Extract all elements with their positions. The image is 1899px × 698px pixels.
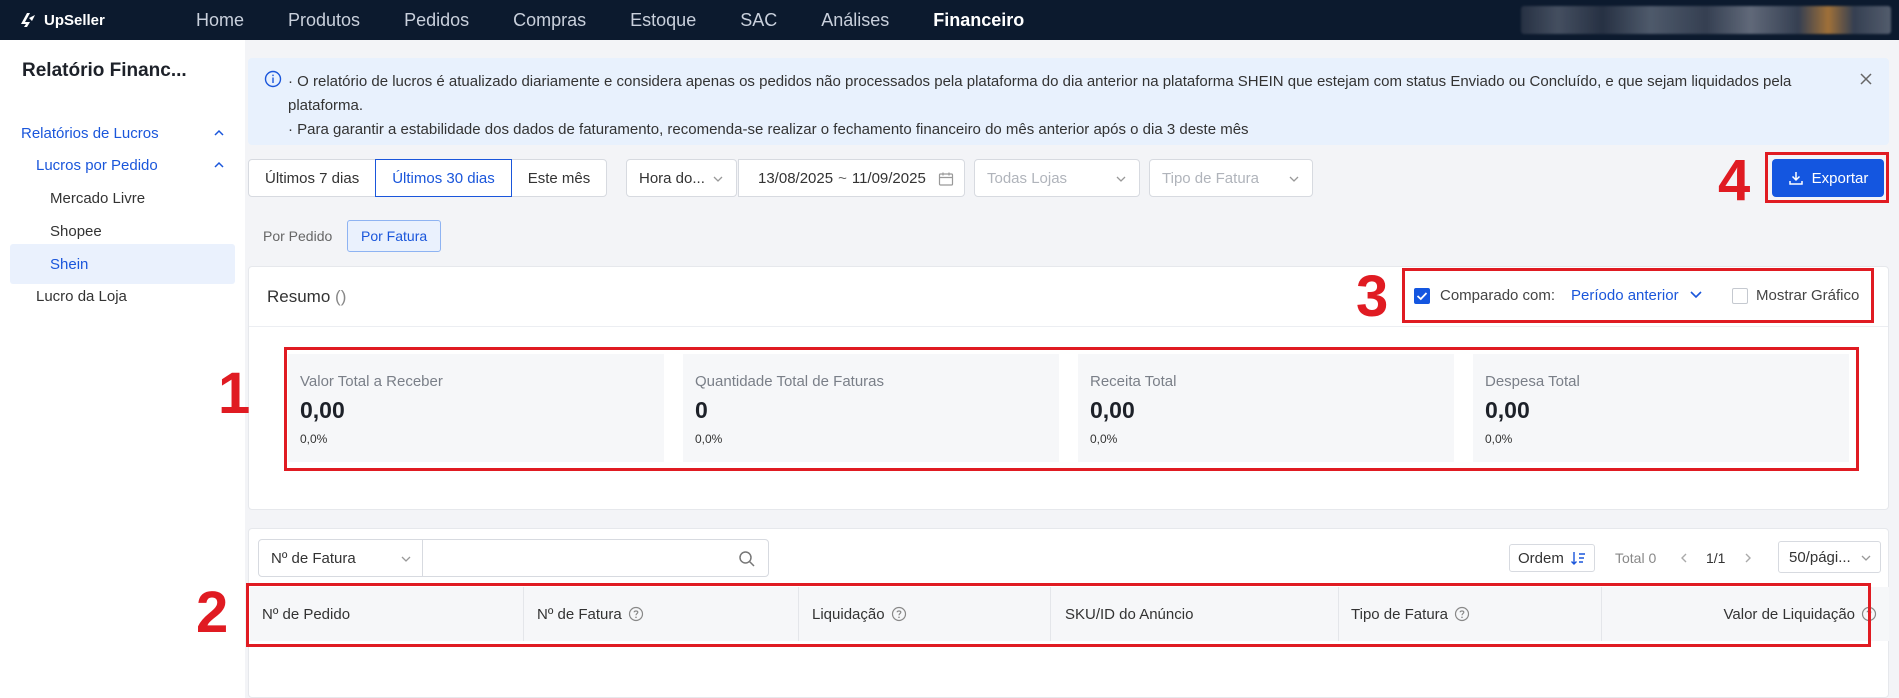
- upseller-logo[interactable]: UpSeller: [18, 10, 158, 30]
- page-size-value: 50/pági...: [1789, 548, 1851, 566]
- calendar-icon: [938, 172, 954, 186]
- chevron-down-icon: [1116, 176, 1126, 182]
- nav-financeiro[interactable]: Financeiro: [911, 0, 1046, 40]
- sidebar-item-label: Mercado Livre: [50, 189, 146, 207]
- main-nav: Home Produtos Pedidos Compras Estoque SA…: [174, 0, 1046, 40]
- search-field-value: Nº de Fatura: [271, 549, 356, 567]
- sort-order-label: Ordem: [1518, 549, 1564, 567]
- nav-produtos[interactable]: Produtos: [266, 0, 382, 40]
- store-select-placeholder: Todas Lojas: [987, 169, 1068, 187]
- tab-por-pedido[interactable]: Por Pedido: [250, 220, 345, 252]
- tab-por-fatura[interactable]: Por Fatura: [347, 220, 442, 252]
- notice-line-2: · Para garantir a estabilidade dos dados…: [288, 121, 1249, 138]
- sidebar-item-label: Shopee: [50, 222, 102, 240]
- total-count: Total 0: [1615, 550, 1657, 566]
- annotation-box-3: [1402, 268, 1874, 323]
- sidebar-item-lucro-da-loja[interactable]: Lucro da Loja: [10, 276, 235, 316]
- nav-sac[interactable]: SAC: [718, 0, 799, 40]
- summary-title: Resumo (): [267, 287, 346, 307]
- nav-home[interactable]: Home: [174, 0, 266, 40]
- sidebar-item-label: Lucro da Loja: [36, 287, 127, 305]
- nav-estoque[interactable]: Estoque: [608, 0, 718, 40]
- nav-analises[interactable]: Análises: [799, 0, 911, 40]
- summary-count: (): [335, 287, 347, 306]
- annotation-box-1: [284, 347, 1859, 471]
- annotation-box-2: [246, 583, 1871, 647]
- sidebar-group-label: Relatórios de Lucros: [21, 124, 159, 142]
- top-nav-bar: UpSeller Home Produtos Pedidos Compras E…: [0, 0, 1899, 40]
- date-range-picker[interactable]: 13/08/2025 ~ 11/09/2025: [738, 159, 965, 197]
- time-type-select[interactable]: Hora do...: [626, 159, 737, 197]
- chevron-up-icon: [214, 161, 224, 168]
- period-this-month-button[interactable]: Este mês: [510, 159, 608, 197]
- prev-page-icon[interactable]: [1678, 552, 1690, 564]
- store-select[interactable]: Todas Lojas: [974, 159, 1140, 197]
- chevron-down-icon: [1861, 555, 1871, 561]
- date-end: 11/09/2025: [851, 169, 926, 187]
- invoice-type-select[interactable]: Tipo de Fatura: [1149, 159, 1313, 197]
- chevron-up-icon: [214, 129, 224, 136]
- page-size-select[interactable]: 50/pági...: [1778, 541, 1881, 573]
- info-notice: · O relatório de lucros é atualizado dia…: [248, 58, 1889, 145]
- annotation-number-3: 3: [1356, 264, 1389, 329]
- nav-compras[interactable]: Compras: [491, 0, 608, 40]
- next-page-icon[interactable]: [1742, 552, 1754, 564]
- summary-title-text: Resumo: [267, 287, 331, 306]
- chevron-down-icon: [713, 176, 723, 182]
- period-selector: Últimos 7 dias Últimos 30 dias Este mês: [248, 159, 608, 197]
- sidebar-title: Relatório Financ...: [22, 60, 187, 81]
- annotation-number-4: 4: [1718, 148, 1751, 213]
- period-7-days-button[interactable]: Últimos 7 dias: [248, 159, 377, 197]
- date-separator: ~: [838, 169, 847, 187]
- invoice-type-placeholder: Tipo de Fatura: [1162, 169, 1259, 187]
- notice-line-1: · O relatório de lucros é atualizado dia…: [288, 73, 1792, 114]
- search-field-select[interactable]: Nº de Fatura: [258, 539, 423, 577]
- annotation-number-1: 1: [218, 361, 251, 426]
- annotation-number-2: 2: [196, 580, 229, 645]
- upseller-logo-icon: [21, 13, 35, 27]
- close-icon[interactable]: [1857, 70, 1875, 88]
- annotation-box-4: [1765, 152, 1889, 203]
- search-input[interactable]: [422, 539, 769, 577]
- user-account-area-blurred[interactable]: [1521, 6, 1891, 34]
- time-type-value: Hora do...: [639, 169, 705, 187]
- chevron-down-icon: [401, 556, 411, 562]
- sort-icon: [1570, 552, 1585, 565]
- logo-text: UpSeller: [44, 11, 105, 29]
- chevron-down-icon: [1289, 176, 1299, 182]
- info-icon: [264, 70, 282, 88]
- date-start: 13/08/2025: [758, 169, 834, 187]
- sort-order-button[interactable]: Ordem: [1509, 544, 1595, 572]
- period-30-days-button[interactable]: Últimos 30 dias: [375, 159, 512, 197]
- search-icon[interactable]: [738, 550, 756, 568]
- nav-pedidos[interactable]: Pedidos: [382, 0, 491, 40]
- sidebar-item-label: Shein: [50, 255, 89, 273]
- sidebar-subgroup-label: Lucros por Pedido: [36, 156, 158, 174]
- page-indicator: 1/1: [1706, 550, 1726, 566]
